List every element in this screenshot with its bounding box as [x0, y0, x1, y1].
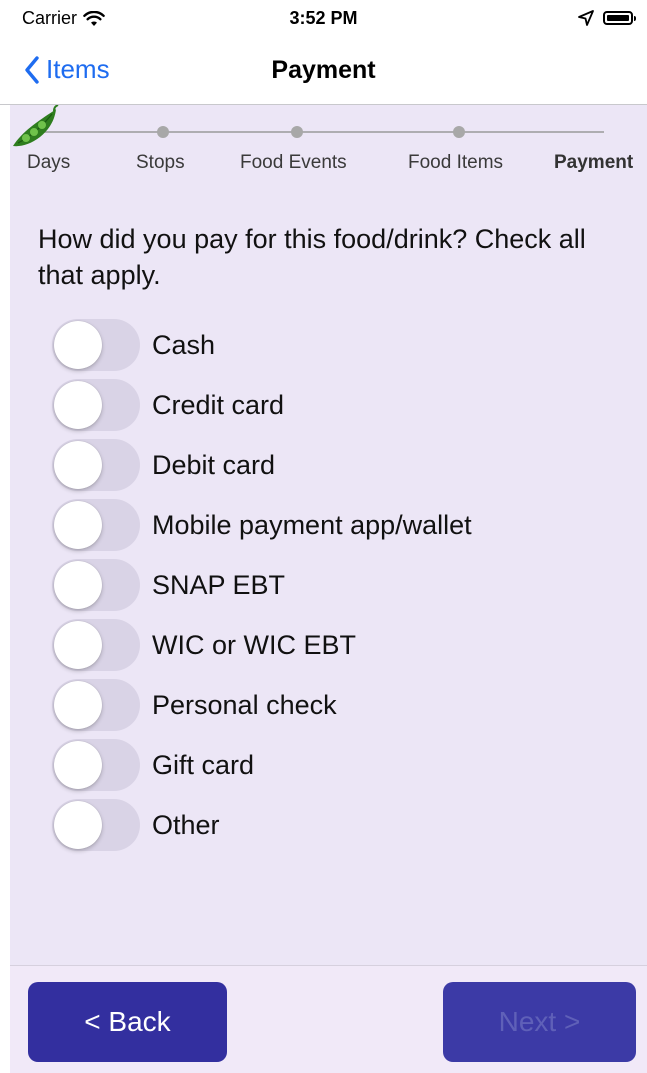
toggle-switch[interactable] [52, 739, 140, 791]
back-button[interactable]: < Back [28, 982, 227, 1062]
option-label: Personal check [152, 689, 337, 720]
step-dot [453, 126, 465, 138]
toggle-switch[interactable] [52, 379, 140, 431]
back-to-items-button[interactable]: Items [24, 54, 110, 85]
option-label: WIC or WIC EBT [152, 629, 356, 660]
option-label: Credit card [152, 389, 285, 420]
step-dot [157, 126, 169, 138]
option-gift-card[interactable]: Gift card [52, 739, 612, 791]
option-label: Other [152, 809, 220, 840]
toggle-switch[interactable] [52, 619, 140, 671]
step-stops: Stops [136, 152, 185, 173]
toggle-knob [54, 621, 102, 669]
option-label: Gift card [152, 749, 255, 780]
status-icons [577, 9, 636, 27]
option-label: SNAP EBT [152, 569, 286, 600]
option-label: Debit card [152, 449, 276, 480]
toggle-knob [54, 441, 102, 489]
clock: 3:52 PM [289, 8, 358, 28]
content-panel: Days Stops Food Events Food Items Paymen… [10, 105, 647, 965]
option-debit-card[interactable]: Debit card [52, 439, 612, 491]
battery-icon [603, 11, 636, 25]
bottom-bar: < Back Next > [10, 965, 647, 1073]
toggle-knob [54, 741, 102, 789]
toggle-knob [54, 561, 102, 609]
step-payment: Payment [554, 152, 634, 173]
option-other[interactable]: Other [52, 799, 612, 851]
step-food-items: Food Items [408, 152, 504, 173]
location-arrow-icon [578, 10, 594, 26]
toggle-switch[interactable] [52, 499, 140, 551]
option-personal-check[interactable]: Personal check [52, 679, 612, 731]
toggle-knob [54, 321, 102, 369]
toggle-knob [54, 681, 102, 729]
option-label: Mobile payment app/wallet [152, 509, 472, 540]
toggle-switch[interactable] [52, 799, 140, 851]
option-label: Cash [152, 329, 216, 360]
toggle-switch[interactable] [52, 319, 140, 371]
toggle-switch[interactable] [52, 439, 140, 491]
option-snap-ebt[interactable]: SNAP EBT [52, 559, 612, 611]
toggle-switch[interactable] [52, 679, 140, 731]
option-wic[interactable]: WIC or WIC EBT [52, 619, 612, 671]
step-food-events: Food Events [240, 152, 347, 173]
status-bar: Carrier 3:52 PM [0, 0, 647, 40]
step-days: Days [27, 152, 71, 173]
toggle-knob [54, 801, 102, 849]
toggle-switch[interactable] [52, 559, 140, 611]
option-mobile-payment[interactable]: Mobile payment app/wallet [52, 499, 612, 551]
next-button[interactable]: Next > [443, 982, 636, 1062]
chevron-left-icon [25, 55, 39, 84]
step-dot [291, 126, 303, 138]
toggle-knob [54, 501, 102, 549]
option-credit-card[interactable]: Credit card [52, 379, 612, 431]
pea-pod-icon [13, 105, 59, 147]
option-cash[interactable]: Cash [52, 319, 612, 371]
back-label: Items [46, 54, 110, 84]
question-text: How did you pay for this food/drink? Che… [38, 224, 586, 290]
navigation-bar: Items Payment [0, 40, 647, 105]
progress-stepper: Days Stops Food Events Food Items Paymen… [10, 105, 647, 195]
toggle-knob [54, 381, 102, 429]
progress-track [30, 126, 604, 138]
